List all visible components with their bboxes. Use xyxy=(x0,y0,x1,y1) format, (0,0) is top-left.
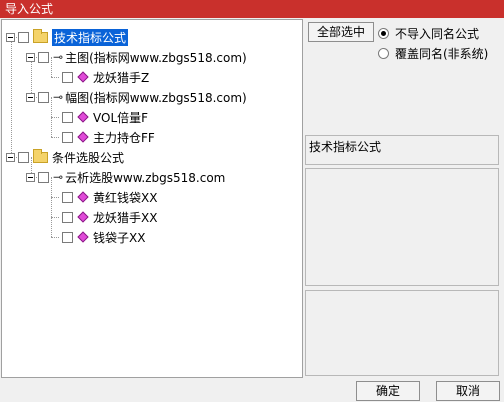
formula-icon xyxy=(77,131,89,143)
radio-label[interactable]: 不导入同名公式 xyxy=(395,25,479,42)
tree-node-label[interactable]: 云析选股www.zbgs518.com xyxy=(65,169,225,186)
radio-icon[interactable] xyxy=(378,28,389,39)
checkbox[interactable] xyxy=(38,91,49,103)
checkbox[interactable] xyxy=(62,111,73,123)
formula-icon xyxy=(77,71,89,83)
tree-node-main-group[interactable]: ⊸ 主图(指标网www.zbgs518.com) xyxy=(26,48,247,66)
tree-line xyxy=(51,197,59,198)
window-title: 导入公式 xyxy=(5,2,54,16)
radio-overwrite[interactable]: 覆盖同名(非系统) xyxy=(378,45,488,62)
tree-node-label[interactable]: 技术指标公式 xyxy=(52,28,129,46)
checkbox[interactable] xyxy=(62,71,73,83)
detail-panel xyxy=(305,290,499,376)
tree-node-label[interactable]: 主力持仓FF xyxy=(93,129,155,146)
tree-node-label[interactable]: 龙妖猎手XX xyxy=(93,209,157,226)
tree-line xyxy=(51,137,59,138)
description-panel xyxy=(305,168,499,286)
tree-node-main-item[interactable]: 龙妖猎手Z xyxy=(62,68,149,86)
tree-node-label[interactable]: 幅图(指标网www.zbgs518.com) xyxy=(65,89,247,106)
collapse-icon[interactable] xyxy=(6,152,15,162)
tree-line xyxy=(51,177,52,237)
tree-node-sub-item[interactable]: VOL倍量F xyxy=(62,108,148,126)
radio-no-import[interactable]: 不导入同名公式 xyxy=(378,25,479,42)
ok-button[interactable]: 确定 xyxy=(356,381,420,401)
tree-node-label[interactable]: 钱袋子XX xyxy=(93,229,145,246)
formula-info-label: 技术指标公式 xyxy=(309,140,382,154)
collapse-icon[interactable] xyxy=(26,172,35,182)
tree-line xyxy=(51,237,59,238)
formula-icon xyxy=(77,231,89,243)
checkbox[interactable] xyxy=(18,31,29,43)
radio-icon[interactable] xyxy=(378,48,389,59)
tree-node-select-item[interactable]: 钱袋子XX xyxy=(62,228,145,246)
key-icon: ⊸ xyxy=(53,50,64,64)
tree-node-label[interactable]: 黄红钱袋XX xyxy=(93,189,157,206)
tree-node-sub-group[interactable]: ⊸ 幅图(指标网www.zbgs518.com) xyxy=(26,88,247,106)
folder-icon xyxy=(33,148,48,163)
tree-node-label[interactable]: VOL倍量F xyxy=(93,109,148,126)
checkbox[interactable] xyxy=(38,171,49,183)
checkbox[interactable] xyxy=(62,211,73,223)
select-all-button[interactable]: 全部选中 xyxy=(308,22,374,42)
checkbox[interactable] xyxy=(62,131,73,143)
checkbox[interactable] xyxy=(62,231,73,243)
tree-node-select-item[interactable]: 龙妖猎手XX xyxy=(62,208,157,226)
key-icon: ⊸ xyxy=(53,170,64,184)
collapse-icon[interactable] xyxy=(26,52,35,62)
tree-node-root2[interactable]: 条件选股公式 xyxy=(6,148,124,166)
folder-icon xyxy=(33,28,48,43)
collapse-icon[interactable] xyxy=(6,32,15,42)
title-bar: 导入公式 xyxy=(0,0,504,18)
tree-line xyxy=(51,117,59,118)
tree-line xyxy=(11,37,12,155)
tree-node-label[interactable]: 主图(指标网www.zbgs518.com) xyxy=(65,49,247,66)
tree-node-root1[interactable]: 技术指标公式 xyxy=(6,28,129,46)
formula-tree[interactable]: 技术指标公式 ⊸ 主图(指标网www.zbgs518.com) 龙妖猎手Z ⊸ … xyxy=(1,19,303,378)
key-icon: ⊸ xyxy=(53,90,64,104)
cancel-button[interactable]: 取消 xyxy=(436,381,500,401)
collapse-icon[interactable] xyxy=(26,92,35,102)
checkbox[interactable] xyxy=(62,191,73,203)
tree-node-select-item[interactable]: 黄红钱袋XX xyxy=(62,188,157,206)
checkbox[interactable] xyxy=(38,51,49,63)
formula-icon xyxy=(77,111,89,123)
tree-node-sub-item[interactable]: 主力持仓FF xyxy=(62,128,155,146)
tree-node-label[interactable]: 龙妖猎手Z xyxy=(93,69,149,86)
tree-node-label[interactable]: 条件选股公式 xyxy=(52,149,124,166)
radio-label[interactable]: 覆盖同名(非系统) xyxy=(395,45,488,62)
checkbox[interactable] xyxy=(18,151,29,163)
formula-info-panel: 技术指标公式 xyxy=(305,135,499,165)
tree-line xyxy=(51,77,59,78)
tree-node-select-group[interactable]: ⊸ 云析选股www.zbgs518.com xyxy=(26,168,225,186)
tree-line xyxy=(51,217,59,218)
formula-icon xyxy=(77,211,89,223)
formula-icon xyxy=(77,191,89,203)
